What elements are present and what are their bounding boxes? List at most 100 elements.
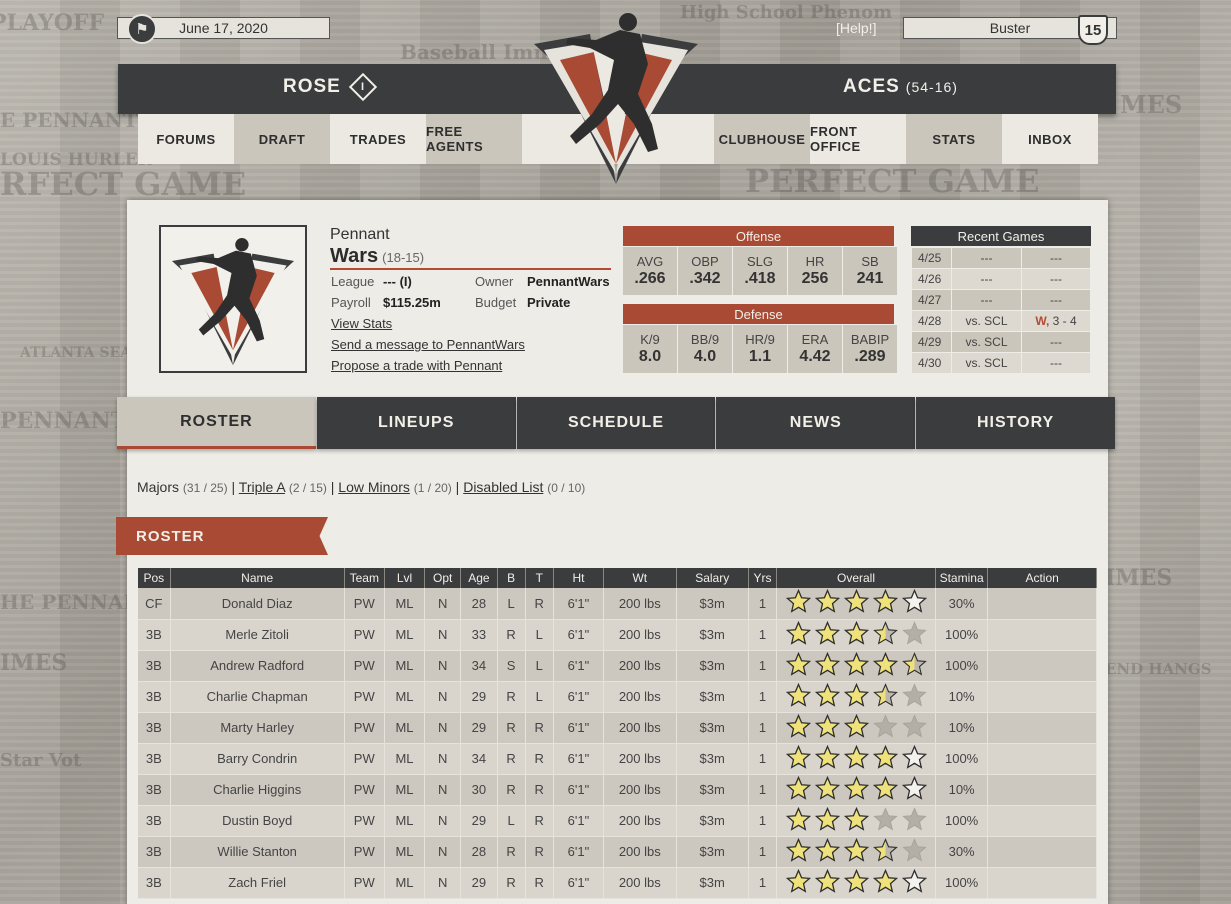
cell-t: L [525,619,554,651]
recent-game-row[interactable]: 4/30 vs. SCL --- [911,352,1091,374]
cell-b: R [497,867,526,899]
site-logo-icon[interactable] [530,4,702,186]
column-header-team[interactable]: Team [344,568,385,588]
cell-action[interactable] [987,681,1097,713]
cell-action[interactable] [987,619,1097,651]
recent-game-row[interactable]: 4/27 --- --- [911,289,1091,311]
cell-name[interactable]: Dustin Boyd [170,805,345,837]
view-stats-link[interactable]: View Stats [331,316,392,331]
recent-game-row[interactable]: 4/25 --- --- [911,247,1091,269]
send-message-link[interactable]: Send a message to PennantWars [331,337,525,352]
column-header-action[interactable]: Action [987,568,1097,588]
roster-row[interactable]: 3B Marty Harley PW ML N 29 R R 6'1" 200 lbs $3m 1 10… [138,712,1097,744]
cell-action[interactable] [987,867,1097,899]
offense-header: Offense [623,226,894,246]
cell-action[interactable] [987,650,1097,682]
recent-game-row[interactable]: 4/29 vs. SCL --- [911,331,1091,353]
opponent-team-header[interactable]: ACES (54-16) [843,76,958,98]
column-header-ht[interactable]: Ht [553,568,605,588]
roster-row[interactable]: 3B Charlie Chapman PW ML N 29 R L 6'1" 200 lbs $3m… [138,681,1097,713]
column-header-b[interactable]: B [497,568,526,588]
cell-action[interactable] [987,743,1097,775]
cell-action[interactable] [987,774,1097,806]
nav-draft[interactable]: DRAFT [234,114,330,164]
cell-name[interactable]: Willie Stanton [170,836,345,868]
cell-name[interactable]: Andrew Radford [170,650,345,682]
disabled-list-link[interactable]: Disabled List [463,479,543,495]
tab-roster[interactable]: ROSTER [117,397,316,449]
column-header-stamina[interactable]: Stamina [935,568,989,588]
tab-schedule[interactable]: SCHEDULE [516,397,716,449]
roster-row[interactable]: 3B Barry Condrin PW ML N 34 R R 6'1" 200 lbs $3m 1 1… [138,743,1097,775]
star-full-icon [785,589,811,613]
cell-wt: 200 lbs [603,681,677,713]
column-header-yrs[interactable]: Yrs [748,568,778,588]
nav-front-office[interactable]: FRONT OFFICE [810,114,906,164]
cell-yrs: 1 [748,619,778,651]
tab-lineups[interactable]: LINEUPS [316,397,516,449]
nav-clubhouse[interactable]: CLUBHOUSE [714,114,810,164]
column-header-t[interactable]: T [525,568,554,588]
column-header-overall[interactable]: Overall [776,568,936,588]
column-header-pos[interactable]: Pos [138,568,171,588]
stat-label: AVG [636,254,664,269]
stat-label: HR [805,254,825,269]
game-opponent: --- [951,289,1022,311]
roster-row[interactable]: CF Donald Diaz PW ML N 28 L R 6'1" 200 lbs $3m 1 30% [138,588,1097,620]
tab-history[interactable]: HISTORY [916,397,1115,449]
cell-age: 34 [460,650,498,682]
cell-name[interactable]: Marty Harley [170,712,345,744]
tab-news[interactable]: NEWS [716,397,916,449]
column-header-age[interactable]: Age [460,568,498,588]
nav-stats[interactable]: STATS [906,114,1002,164]
recent-game-row[interactable]: 4/28 vs. SCL W, 3 - 4 [911,310,1091,332]
cell-t: L [525,650,554,682]
roster-row[interactable]: 3B Dustin Boyd PW ML N 29 L R 6'1" 200 lbs $3m 1 100… [138,805,1097,837]
offense-stat-obp: OBP .342 [678,247,732,295]
nav-free-agents[interactable]: FREE AGENTS [426,114,522,164]
star-empty-icon [901,868,927,893]
column-header-opt[interactable]: Opt [424,568,462,588]
cell-name[interactable]: Charlie Chapman [170,681,345,713]
roster-row[interactable]: 3B Zach Friel PW ML N 29 R R 6'1" 200 lbs $3m 1 100% [138,867,1097,899]
column-header-name[interactable]: Name [170,568,345,588]
nav-inbox[interactable]: INBOX [1002,114,1098,164]
recent-game-row[interactable]: 4/26 --- --- [911,268,1091,290]
game-opponent: --- [951,247,1022,269]
roster-row[interactable]: 3B Merle Zitoli PW ML N 33 R L 6'1" 200 lbs $3m 1 10… [138,619,1097,651]
triple-a-link[interactable]: Triple A [239,479,285,495]
roster-row[interactable]: 3B Charlie Higgins PW ML N 30 R R 6'1" 200 lbs $3m… [138,774,1097,806]
cell-action[interactable] [987,805,1097,837]
cell-lvl: ML [384,588,426,620]
help-link[interactable]: [Help!] [836,20,876,36]
cell-name[interactable]: Barry Condrin [170,743,345,775]
roster-row[interactable]: 3B Willie Stanton PW ML N 28 R R 6'1" 200 lbs $3m 1… [138,836,1097,868]
cell-team: PW [344,619,385,651]
nav-forums[interactable]: FORUMS [138,114,234,164]
flag-icon[interactable]: ⚑ [127,14,157,44]
cell-name[interactable]: Zach Friel [170,867,345,899]
column-header-wt[interactable]: Wt [603,568,677,588]
notification-badge[interactable]: 15 [1078,15,1108,45]
cell-action[interactable] [987,712,1097,744]
star-full-icon [814,806,840,831]
roster-row[interactable]: 3B Andrew Radford PW ML N 34 S L 6'1" 200 lbs $3m 1… [138,650,1097,682]
propose-trade-link[interactable]: Propose a trade with Pennant [331,358,502,373]
stat-label: BABIP [850,332,890,347]
cell-name[interactable]: Charlie Higgins [170,774,345,806]
star-dim-icon [901,713,927,737]
stat-value: 256 [801,270,829,287]
majors-label[interactable]: Majors [137,479,179,495]
cell-lvl: ML [384,836,426,868]
cell-action[interactable] [987,836,1097,868]
nav-trades[interactable]: TRADES [330,114,426,164]
column-header-salary[interactable]: Salary [676,568,749,588]
column-header-lvl[interactable]: Lvl [384,568,426,588]
user-team-header[interactable]: ROSE I [283,72,378,102]
cell-name[interactable]: Merle Zitoli [170,619,345,651]
star-full-icon [814,837,840,862]
cell-action[interactable] [987,588,1097,620]
cell-pos: 3B [138,619,171,651]
low-minors-link[interactable]: Low Minors [338,479,410,495]
cell-name[interactable]: Donald Diaz [170,588,345,620]
